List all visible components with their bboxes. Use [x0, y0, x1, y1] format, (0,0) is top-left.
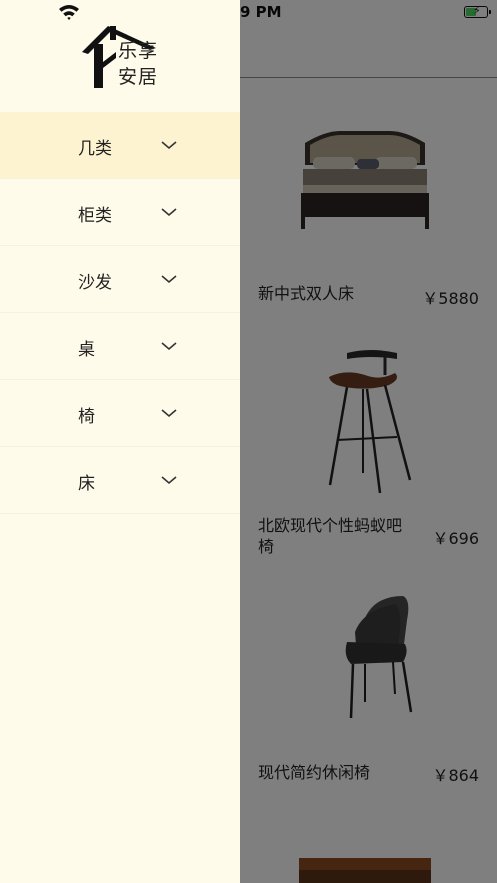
logo-line-2: 安居	[118, 66, 159, 88]
menu-item-chair[interactable]: 椅	[0, 380, 240, 447]
chevron-down-icon	[161, 409, 177, 418]
menu-item-label: 沙发	[78, 273, 112, 293]
logo-line-1: 乐享	[118, 40, 159, 62]
menu-item-ji[interactable]: 几类	[0, 112, 240, 179]
side-drawer: 乐享 安居 几类 柜类 沙发 桌 椅 床	[0, 0, 240, 883]
category-menu: 几类 柜类 沙发 桌 椅 床	[0, 112, 240, 514]
menu-item-label: 床	[78, 474, 95, 494]
menu-item-label: 椅	[78, 407, 95, 427]
menu-item-label: 几类	[78, 139, 112, 159]
chevron-down-icon	[161, 141, 177, 150]
menu-item-sofa[interactable]: 沙发	[0, 246, 240, 313]
menu-item-label: 桌	[78, 340, 95, 360]
chevron-down-icon	[161, 476, 177, 485]
menu-item-table[interactable]: 桌	[0, 313, 240, 380]
chevron-down-icon	[161, 342, 177, 351]
app-logo-text: 乐享 安居	[118, 38, 158, 90]
menu-item-label: 柜类	[78, 206, 112, 226]
menu-item-gui[interactable]: 柜类	[0, 179, 240, 246]
wifi-icon	[59, 5, 79, 20]
chevron-down-icon	[161, 275, 177, 284]
menu-item-bed[interactable]: 床	[0, 447, 240, 514]
chevron-down-icon	[161, 208, 177, 217]
